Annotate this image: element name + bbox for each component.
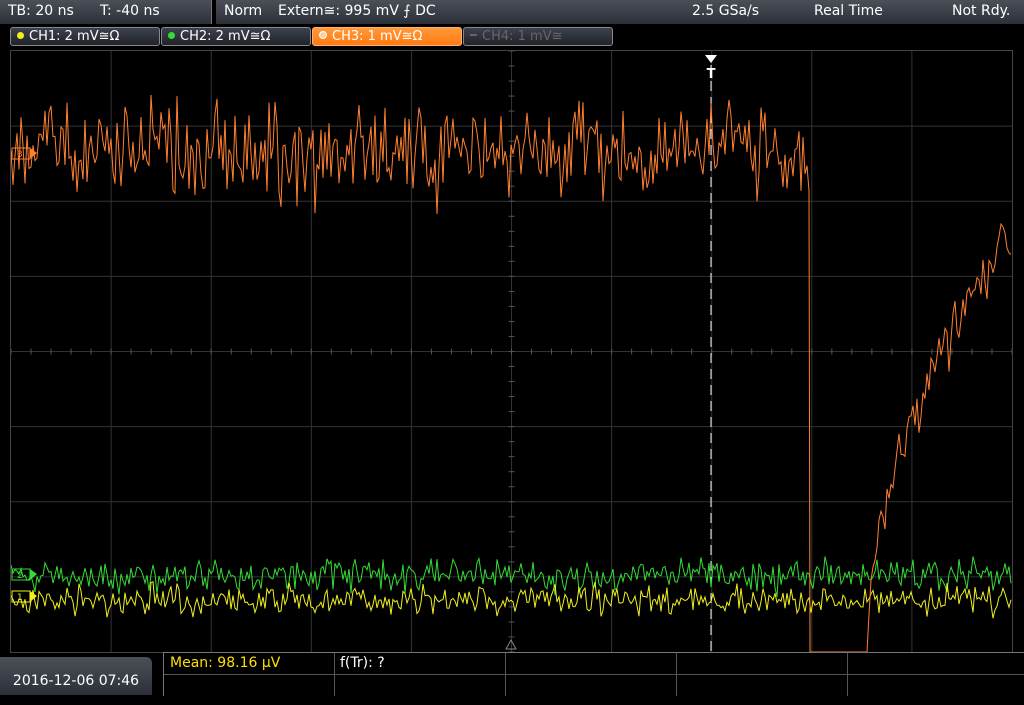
ch2-indicator-icon	[168, 32, 175, 39]
measurement-bar[interactable]: Mean: 98.16 µV f(Tr): ?	[163, 652, 1024, 696]
channel-tab-ch4[interactable]: CH4: 1 mV≅	[463, 27, 613, 46]
date-time: 2016-12-06 07:46	[12, 673, 140, 689]
sample-rate: 2.5 GSa/s	[692, 3, 760, 19]
trigger-source: Extern≅: 995 mV ⨍ DC	[278, 3, 436, 19]
acquisition-type: Real Time	[814, 3, 883, 19]
ch1-indicator-icon	[17, 32, 24, 39]
timestamp-panel: 2016-12-06 07:46	[0, 657, 152, 695]
ch1-label: CH1: 2 mV≅Ω	[29, 29, 120, 44]
channel-tab-ch1[interactable]: CH1: 2 mV≅Ω	[10, 27, 160, 46]
ch3-indicator-icon	[319, 31, 327, 39]
top-status-bar: TB: 20 ns T: -40 ns Norm Extern≅: 995 mV…	[0, 0, 1024, 24]
trigger-frequency-measurement: f(Tr): ?	[340, 655, 385, 671]
ch2-label: CH2: 2 mV≅Ω	[180, 29, 271, 44]
ch4-label: CH4: 1 mV≅	[482, 29, 563, 44]
timebase-panel[interactable]: TB: 20 ns T: -40 ns	[0, 0, 212, 24]
waveform-display[interactable]: T 3 2 1	[10, 50, 1013, 653]
channel-tab-ch2[interactable]: CH2: 2 mV≅Ω	[161, 27, 311, 46]
trigger-marker-label: T	[707, 67, 716, 82]
mean-measurement: Mean: 98.16 µV	[170, 655, 281, 671]
acquisition-status-panel[interactable]: Norm Extern≅: 995 mV ⨍ DC 2.5 GSa/s Real…	[216, 0, 1024, 24]
trigger-state: Not Rdy.	[952, 3, 1011, 19]
channel-tab-ch3[interactable]: CH3: 1 mV≅Ω	[312, 27, 462, 46]
ch1-marker-label: 1	[17, 593, 23, 603]
acquisition-mode: Norm	[224, 3, 263, 19]
ch3-label: CH3: 1 mV≅Ω	[332, 29, 423, 44]
timebase-readout: TB: 20 ns	[8, 3, 74, 19]
trigger-marker[interactable]: T	[705, 55, 717, 82]
ch4-indicator-icon	[470, 34, 477, 36]
trigger-position-readout: T: -40 ns	[100, 3, 160, 19]
ch3-marker-label: 3	[17, 150, 23, 160]
graticule-grid	[10, 50, 1013, 653]
trigger-arrow-icon	[705, 55, 717, 63]
waveform-canvas: T 3 2 1	[10, 50, 1013, 653]
ch2-marker-label: 2	[17, 571, 23, 581]
